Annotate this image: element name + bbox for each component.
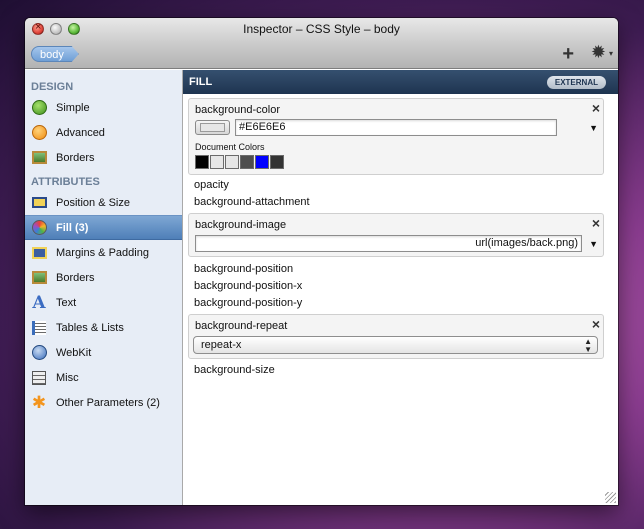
orange-ball-icon — [31, 125, 47, 141]
sidebar-item-label: Tables & Lists — [56, 321, 124, 334]
background-color-label: background-color — [195, 104, 280, 116]
color-chip[interactable] — [195, 155, 209, 169]
compass-icon — [31, 345, 47, 361]
background-repeat-value: repeat-x — [201, 339, 242, 351]
color-wheel-icon — [31, 220, 47, 236]
sidebar-item-position-size[interactable]: Position & Size — [25, 190, 182, 215]
window-title: Inspector – CSS Style – body — [243, 22, 400, 36]
close-icon[interactable]: × — [592, 316, 600, 332]
sidebar-item-label: WebKit — [56, 346, 92, 359]
plus-icon[interactable]: + — [562, 43, 574, 66]
sidebar-item-label: Text — [56, 296, 77, 309]
sidebar-item-advanced[interactable]: Advanced — [25, 120, 182, 145]
color-chip[interactable] — [225, 155, 239, 169]
sidebar-item-label: Borders — [56, 271, 95, 284]
close-icon[interactable]: × — [592, 215, 600, 231]
picture-frame-icon — [31, 150, 47, 166]
background-attachment-label[interactable]: background-attachment — [194, 196, 310, 208]
background-color-field[interactable]: #E6E6E6 — [235, 119, 557, 136]
margins-icon — [31, 245, 47, 261]
sidebar-item-design-borders[interactable]: Borders — [25, 145, 182, 170]
close-icon[interactable]: × — [592, 100, 600, 116]
chevron-down-icon[interactable]: ▾ — [609, 49, 613, 58]
background-size-label[interactable]: background-size — [194, 364, 275, 376]
sidebar-item-label: Margins & Padding — [56, 246, 149, 259]
sidebar-item-misc[interactable]: Misc — [25, 365, 182, 390]
section-title: FILL — [189, 76, 213, 88]
color-chip[interactable] — [255, 155, 269, 169]
color-chip[interactable] — [210, 155, 224, 169]
green-ball-icon — [31, 100, 47, 116]
color-swatch — [200, 123, 225, 132]
fill-panel: FILL EXTERNAL background-color × #E6E6E6… — [183, 70, 618, 505]
list-icon — [31, 320, 47, 336]
picture-frame-icon — [31, 270, 47, 286]
sidebar-item-label: Advanced — [56, 126, 105, 139]
background-image-label: background-image — [195, 219, 287, 231]
title-bar: Inspector – CSS Style – body body + ✹ ▾ — [25, 18, 618, 69]
sidebar-item-label: Position & Size — [56, 196, 130, 209]
document-colors — [195, 155, 284, 169]
gear-icon[interactable]: ✹ — [591, 42, 606, 63]
background-repeat-select[interactable]: repeat-x ▲ ▼ — [193, 336, 598, 354]
sidebar-item-other-parameters[interactable]: ✱ Other Parameters (2) — [25, 390, 182, 415]
letter-a-icon: A — [32, 292, 46, 313]
section-header: FILL EXTERNAL — [183, 70, 618, 94]
color-chip[interactable] — [270, 155, 284, 169]
background-position-label[interactable]: background-position — [194, 263, 293, 275]
sidebar-item-borders[interactable]: Borders — [25, 265, 182, 290]
sidebar: DESIGN Simple Advanced Borders ATTRIBUTE… — [25, 70, 183, 505]
resize-grip-icon[interactable] — [605, 492, 616, 503]
sidebar-item-label: Misc — [56, 371, 79, 384]
sidebar-item-webkit[interactable]: WebKit — [25, 340, 182, 365]
breadcrumb-body[interactable]: body — [31, 46, 79, 62]
opacity-label[interactable]: opacity — [194, 179, 229, 191]
box-icon — [31, 195, 47, 211]
asterisk-icon: ✱ — [31, 392, 47, 412]
background-position-x-label[interactable]: background-position-x — [194, 280, 302, 292]
sliders-icon — [31, 370, 47, 386]
external-badge[interactable]: EXTERNAL — [546, 76, 606, 89]
sidebar-item-label: Fill (3) — [56, 221, 89, 234]
background-image-panel: background-image × url(images/back.png) … — [188, 213, 604, 257]
background-image-field[interactable]: url(images/back.png) — [195, 235, 582, 252]
sidebar-item-label: Other Parameters (2) — [56, 396, 160, 409]
attributes-header: ATTRIBUTES — [31, 176, 100, 188]
sidebar-item-simple[interactable]: Simple — [25, 95, 182, 120]
color-well-button[interactable] — [195, 120, 230, 135]
background-repeat-panel: background-repeat × repeat-x ▲ ▼ — [188, 314, 604, 359]
inspector-window: Inspector – CSS Style – body body + ✹ ▾ … — [25, 18, 618, 505]
stepper-arrows-icon: ▲ ▼ — [584, 337, 592, 354]
background-color-panel: background-color × #E6E6E6 ▼ Document Co… — [188, 98, 604, 175]
color-chip[interactable] — [240, 155, 254, 169]
background-repeat-label: background-repeat — [195, 320, 288, 332]
chevron-down-icon[interactable]: ▼ — [589, 123, 598, 133]
sidebar-item-label: Borders — [56, 151, 95, 164]
document-colors-label: Document Colors — [195, 142, 265, 152]
chevron-down-icon[interactable]: ▼ — [589, 239, 598, 249]
sidebar-item-tables-lists[interactable]: Tables & Lists — [25, 315, 182, 340]
sidebar-item-label: Simple — [56, 101, 90, 114]
sidebar-item-text[interactable]: A Text — [25, 290, 182, 315]
design-header: DESIGN — [31, 81, 74, 93]
background-position-y-label[interactable]: background-position-y — [194, 297, 302, 309]
sidebar-item-margins-padding[interactable]: Margins & Padding — [25, 240, 182, 265]
sidebar-item-fill[interactable]: Fill (3) — [25, 215, 182, 240]
